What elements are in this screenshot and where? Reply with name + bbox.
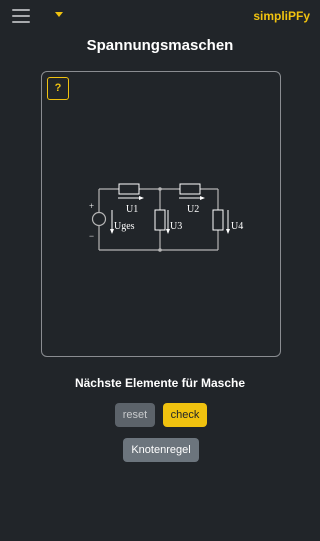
next-elements-heading: Nächste Elemente für Masche: [74, 376, 246, 390]
caret-down-icon[interactable]: [55, 12, 63, 17]
circuit-diagram[interactable]: U1 U2 U3 U4 Uges + −: [42, 72, 280, 356]
label-minus: −: [89, 231, 94, 241]
label-u1: U1: [126, 204, 138, 215]
voltage-source[interactable]: [91, 211, 107, 227]
junction-bottom: [158, 248, 162, 252]
label-uges: Uges: [114, 221, 135, 232]
label-plus: +: [89, 201, 94, 211]
junction-top: [158, 187, 162, 191]
label-u4: U4: [231, 221, 243, 232]
label-u2: U2: [187, 204, 199, 215]
resistor-r2[interactable]: [179, 183, 201, 195]
check-button[interactable]: check: [163, 403, 207, 427]
top-navbar: simpliPFy: [0, 0, 320, 34]
resistor-r1[interactable]: [118, 183, 140, 195]
hamburger-menu-icon[interactable]: [12, 9, 30, 24]
resistor-r4[interactable]: [212, 209, 224, 231]
resistor-r3[interactable]: [154, 209, 166, 231]
knotenregel-button[interactable]: Knotenregel: [123, 438, 199, 462]
page-title: Spannungsmaschen: [86, 37, 234, 54]
reset-button[interactable]: reset: [115, 403, 155, 427]
circuit-canvas[interactable]: ? U1 U2 U3 U4 Uges + −: [41, 71, 281, 357]
brand-logo-text: simpliPFy: [253, 9, 310, 23]
label-u3: U3: [170, 221, 182, 232]
